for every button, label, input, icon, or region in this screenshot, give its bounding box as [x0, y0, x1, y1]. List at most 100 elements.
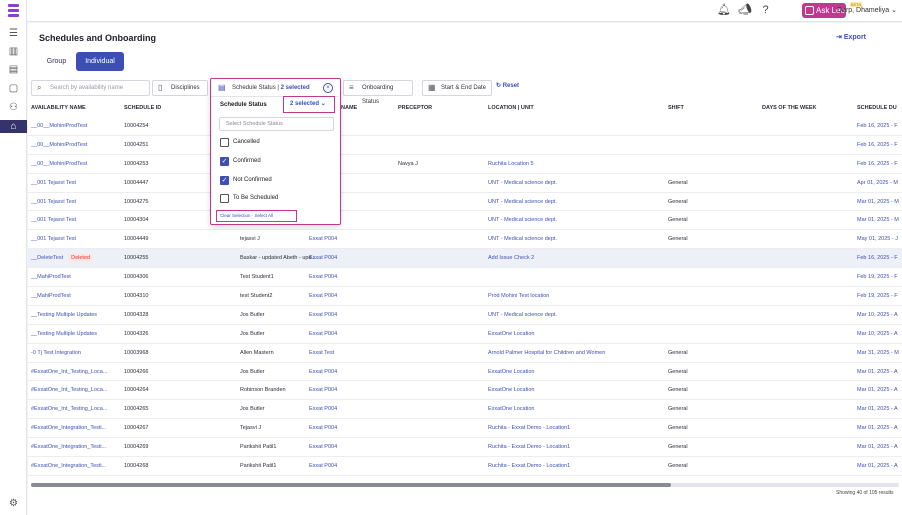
table-row[interactable]: __00__MohiniProdTest 10004254 Feb 16, 2025…	[28, 117, 902, 136]
cell-date[interactable]: Mar 01, 2025 - A	[857, 381, 902, 399]
cell-location[interactable]: Ruchita - Exxat Demo - Location1	[488, 457, 663, 475]
cell-name[interactable]: __001 Tejasvi Test	[31, 211, 121, 229]
table-row[interactable]: __MahiProdTest 10004310 test Student2 Exxat…	[28, 287, 902, 306]
cell-location[interactable]: ExxatOne Location	[488, 325, 663, 343]
table-row[interactable]: __00__MohiniProdTest 10004253 Navya J Ruchi…	[28, 155, 902, 174]
cell-name[interactable]: __00__MohiniProdTest	[31, 155, 121, 173]
cell-preceptor[interactable]: Exxat P004	[309, 457, 384, 475]
cell-date[interactable]: Mar 01, 2025 - A	[857, 419, 902, 437]
file-icon[interactable]: ▢	[7, 82, 20, 95]
user-menu[interactable]: Darp, Dhameliya ⌄	[837, 6, 897, 14]
table-row[interactable]: __DeleteTest Deleted 10004255 Baskar - upda…	[28, 249, 902, 269]
tab-individual[interactable]: Individual	[76, 52, 124, 71]
cell-date[interactable]: Mar 01, 2025 - A	[857, 457, 902, 475]
cell-location[interactable]: Prod Mohini Test location	[488, 287, 663, 305]
document-icon[interactable]: ▤	[7, 63, 20, 76]
cell-name[interactable]: __001 Tejasvi Test	[31, 230, 121, 248]
checkbox-icon[interactable]	[220, 194, 229, 204]
cell-location[interactable]: UNT - Medical science dept.	[488, 193, 663, 211]
cell-name[interactable]: #ExxatOne_Integration_Testi...	[31, 438, 121, 456]
disciplines-filter[interactable]: ▯ Disciplines	[152, 80, 208, 96]
checkbox-checked-icon[interactable]: ✓	[220, 156, 229, 166]
cell-name[interactable]: #ExxatOne_Int_Testing_Loca...	[31, 363, 121, 381]
col-schedule-duration[interactable]: SCHEDULE DU	[857, 105, 897, 111]
cell-name[interactable]: -0 Tj Test Integration	[31, 344, 121, 362]
cell-preceptor[interactable]: Exxat P004	[309, 438, 384, 456]
table-row[interactable]: __Testing Multiple Updates 10004326 Jos Bu…	[28, 325, 902, 344]
cell-location[interactable]: ExxatOne Location	[488, 400, 663, 418]
cell-location[interactable]: UNT - Medical science dept.	[488, 230, 663, 248]
cell-name[interactable]: #ExxatOne_Int_Testing_Loca...	[31, 381, 121, 399]
table-row[interactable]: #ExxatOne_Integration_Testi... 10004268 Pa…	[28, 457, 902, 476]
status-option[interactable]: ✓ Not Confirmed	[220, 175, 272, 186]
table-row[interactable]: __001 Tejasvi Test 10004449 tejasvi J Exxat…	[28, 230, 902, 250]
cell-location[interactable]: UNT - Medical science dept.	[488, 306, 663, 324]
cell-name[interactable]: __Testing Multiple Updates	[31, 325, 121, 343]
announcement-icon[interactable]: 📣︎	[738, 4, 752, 17]
cell-date[interactable]: May 01, 2025 - J	[857, 230, 902, 248]
cell-preceptor[interactable]: Exxat P004	[309, 419, 384, 437]
analytics-icon[interactable]: ▥	[7, 45, 20, 58]
table-row[interactable]: __001 Tejasvi Test 10004447 UNT - Medical …	[28, 174, 902, 193]
cell-preceptor[interactable]: Exxat P004	[309, 249, 384, 267]
table-row[interactable]: #ExxatOne_Int_Testing_Loca... 10004265 Jos…	[28, 400, 902, 420]
cell-location[interactable]: UNT - Medical science dept.	[488, 211, 663, 229]
cell-preceptor[interactable]: Exxat P004	[309, 268, 384, 286]
onboarding-status-filter[interactable]: ≡ Onboarding Status	[343, 80, 413, 105]
col-preceptor[interactable]: PRECEPTOR	[398, 105, 432, 111]
cell-preceptor[interactable]: Exxat P004	[309, 325, 384, 343]
schedule-status-filter[interactable]: ▤ Schedule Status | 2 selected ×	[211, 79, 339, 97]
status-option[interactable]: Cancelled	[220, 138, 260, 148]
table-row[interactable]: __001 Tejasvi Test 10004275 UNT - Medical …	[28, 193, 902, 212]
cell-location[interactable]: ExxatOne Location	[488, 363, 663, 381]
cell-name[interactable]: __Testing Multiple Updates	[31, 306, 121, 324]
cell-location[interactable]: Ruchita - Exxat Demo - Location1	[488, 419, 663, 437]
table-row[interactable]: #ExxatOne_Int_Testing_Loca... 10004264 Rob…	[28, 381, 902, 401]
reset-button[interactable]: ↻ Reset	[496, 82, 519, 89]
schedules-icon[interactable]: ⌂	[0, 120, 27, 133]
status-option[interactable]: ✓ Confirmed	[220, 156, 261, 167]
clear-select-all[interactable]: Clear Selection · Select All	[216, 210, 297, 222]
cell-date[interactable]: Mar 10, 2025 - A	[857, 306, 902, 324]
checkbox-checked-icon[interactable]: ✓	[220, 175, 229, 185]
tab-group[interactable]: Group	[38, 52, 75, 71]
col-availability-name[interactable]: AVAILABILITY NAME	[31, 105, 86, 111]
cell-date[interactable]: Feb 19, 2025 - F	[857, 268, 902, 286]
cell-preceptor[interactable]: Exxat P004	[309, 381, 384, 399]
cell-date[interactable]: Mar 01, 2025 - M	[857, 211, 902, 229]
people-icon[interactable]: ⚇	[7, 101, 20, 114]
cell-location[interactable]: Arnold Palmer Hospital for Children and …	[488, 344, 663, 362]
cell-preceptor[interactable]: Exxat P004	[309, 230, 384, 248]
scrollbar-thumb[interactable]	[31, 483, 671, 487]
cell-name[interactable]: __MahiProdTest	[31, 268, 121, 286]
table-row[interactable]: #ExxatOne_Integration_Testi... 10004269 Pa…	[28, 438, 902, 458]
app-logo[interactable]	[8, 4, 19, 17]
cell-preceptor[interactable]: Exxat P004	[309, 287, 384, 305]
table-row[interactable]: __00__MohiniProdTest 10004251 Feb 16, 2025…	[28, 136, 902, 155]
cell-name[interactable]: #ExxatOne_Int_Testing_Loca...	[31, 400, 121, 418]
cell-date[interactable]: Apr 01, 2025 - M	[857, 174, 902, 192]
cell-date[interactable]: Mar 31, 2025 - M	[857, 344, 902, 362]
cell-date[interactable]: Feb 19, 2025 - F	[857, 287, 902, 305]
cell-location[interactable]: Add Issue Check 2	[488, 249, 663, 267]
cell-date[interactable]: Mar 10, 2025 - A	[857, 325, 902, 343]
date-filter[interactable]: ▦ Start & End Date	[422, 80, 492, 96]
help-icon[interactable]: ?	[759, 4, 772, 17]
cell-name[interactable]: __DeleteTest Deleted	[31, 249, 121, 267]
cell-name[interactable]: __MahiProdTest	[31, 287, 121, 305]
horizontal-scrollbar[interactable]	[31, 483, 899, 487]
col-shift[interactable]: SHIFT	[668, 105, 684, 111]
col-schedule-id[interactable]: SCHEDULE ID	[124, 105, 161, 111]
cell-date[interactable]: Feb 16, 2025 - F	[857, 117, 902, 135]
bell-icon[interactable]: 🔔︎	[717, 4, 731, 17]
cell-date[interactable]: Mar 01, 2025 - A	[857, 400, 902, 418]
table-row[interactable]: #ExxatOne_Integration_Testi... 10004267 Te…	[28, 419, 902, 439]
cell-name[interactable]: __00__MohiniProdTest	[31, 136, 121, 154]
cell-location[interactable]: UNT - Medical science dept.	[488, 174, 663, 192]
table-row[interactable]: __MahiProdTest 10004306 Test Student1 Exxat…	[28, 268, 902, 288]
status-option[interactable]: To Be Scheduled	[220, 194, 278, 204]
cell-date[interactable]: Mar 01, 2025 - A	[857, 363, 902, 381]
cell-date[interactable]: Feb 16, 2025 - F	[857, 249, 902, 267]
search-input[interactable]: ⌕ Search by availability name	[31, 80, 150, 96]
table-row[interactable]: -0 Tj Test Integration 10003968 Allen Mast…	[28, 344, 902, 363]
